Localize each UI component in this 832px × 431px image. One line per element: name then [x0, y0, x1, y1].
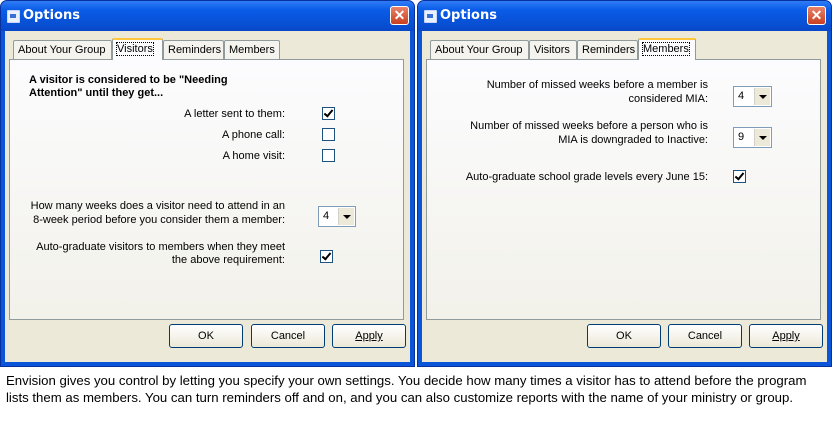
options-window-members: Options ✕ About Your Group Visitors Remi… [417, 0, 832, 367]
tab-label: Members [642, 42, 690, 56]
weeks-question-line1: How many weeks does a visitor need to at… [30, 200, 285, 212]
autograd-visitors-line1: Auto-graduate visitors to members when t… [36, 241, 285, 253]
tab-label: Visitors [534, 44, 570, 56]
cancel-button[interactable]: Cancel [668, 324, 742, 348]
cancel-button[interactable]: Cancel [251, 324, 325, 348]
tab-label: Members [229, 44, 275, 56]
home-visit-checkbox[interactable] [322, 149, 335, 162]
options-window-visitors: Options ✕ About Your Group Visitors Remi… [0, 0, 415, 367]
description-caption: Envision gives you control by letting yo… [6, 373, 807, 405]
tab-about-your-group[interactable]: About Your Group [13, 40, 112, 59]
tab-label: About Your Group [18, 44, 106, 56]
tab-label: Reminders [168, 44, 222, 56]
chevron-down-icon[interactable] [754, 129, 770, 146]
tab-label: About Your Group [435, 44, 523, 56]
chevron-down-icon[interactable] [754, 88, 770, 105]
mia-label-line1: Number of missed weeks before a member i… [486, 79, 708, 91]
inactive-weeks-dropdown[interactable]: 9 [733, 127, 772, 148]
dialog-client: About Your Group Visitors Reminders Memb… [422, 31, 827, 362]
needing-attention-heading-line1: A visitor is considered to be "Needing [29, 74, 228, 86]
tab-reminders[interactable]: Reminders [163, 40, 224, 59]
apply-button[interactable]: Apply [749, 324, 823, 348]
phone-call-label: A phone call: [222, 129, 285, 141]
close-icon[interactable]: ✕ [807, 6, 826, 25]
members-tab-panel: Number of missed weeks before a member i… [426, 59, 821, 320]
tab-visitors[interactable]: Visitors [529, 40, 577, 59]
home-visit-label: A home visit: [222, 150, 285, 162]
letter-checkbox[interactable] [322, 107, 335, 120]
tab-label: Reminders [582, 44, 636, 56]
inactive-dropdown-value: 9 [738, 131, 745, 143]
tab-about-your-group[interactable]: About Your Group [430, 40, 529, 59]
mia-label-line2: considered MIA: [628, 93, 708, 105]
window-title: Options [440, 8, 497, 23]
tab-members[interactable]: Members [638, 38, 696, 60]
weeks-dropdown[interactable]: 4 [318, 206, 356, 227]
grade-graduate-checkbox[interactable] [733, 170, 746, 183]
inactive-label-line2: MIA is downgraded to Inactive: [558, 134, 708, 146]
ok-button[interactable]: OK [587, 324, 661, 348]
app-icon [424, 10, 437, 23]
chevron-down-icon[interactable] [338, 208, 354, 225]
mia-dropdown-value: 4 [738, 90, 745, 102]
close-icon[interactable]: ✕ [390, 6, 409, 25]
ok-button[interactable]: OK [169, 324, 243, 348]
tab-members[interactable]: Members [224, 40, 280, 59]
autograd-visitors-line2: the above requirement: [171, 254, 285, 266]
tab-reminders[interactable]: Reminders [577, 40, 638, 59]
tab-label: Visitors [116, 42, 154, 56]
weeks-dropdown-value: 4 [323, 210, 330, 222]
title-bar[interactable]: Options ✕ [418, 1, 831, 31]
autograd-visitors-checkbox[interactable] [320, 250, 333, 263]
tab-visitors[interactable]: Visitors [112, 38, 163, 60]
mia-weeks-dropdown[interactable]: 4 [733, 86, 772, 107]
needing-attention-heading-line2: Attention" until they get... [29, 87, 164, 99]
apply-button[interactable]: Apply [332, 324, 406, 348]
title-bar[interactable]: Options ✕ [1, 1, 414, 31]
grade-graduate-label: Auto-graduate school grade levels every … [465, 171, 708, 183]
dialog-client: About Your Group Visitors Reminders Memb… [5, 31, 410, 362]
inactive-label-line1: Number of missed weeks before a person w… [470, 120, 708, 132]
app-icon [7, 10, 20, 23]
weeks-question-line2: 8-week period before you consider them a… [33, 214, 285, 226]
phone-call-checkbox[interactable] [322, 128, 335, 141]
window-title: Options [23, 8, 80, 23]
visitors-tab-panel: A visitor is considered to be "Needing A… [9, 59, 404, 320]
letter-label: A letter sent to them: [184, 108, 285, 120]
